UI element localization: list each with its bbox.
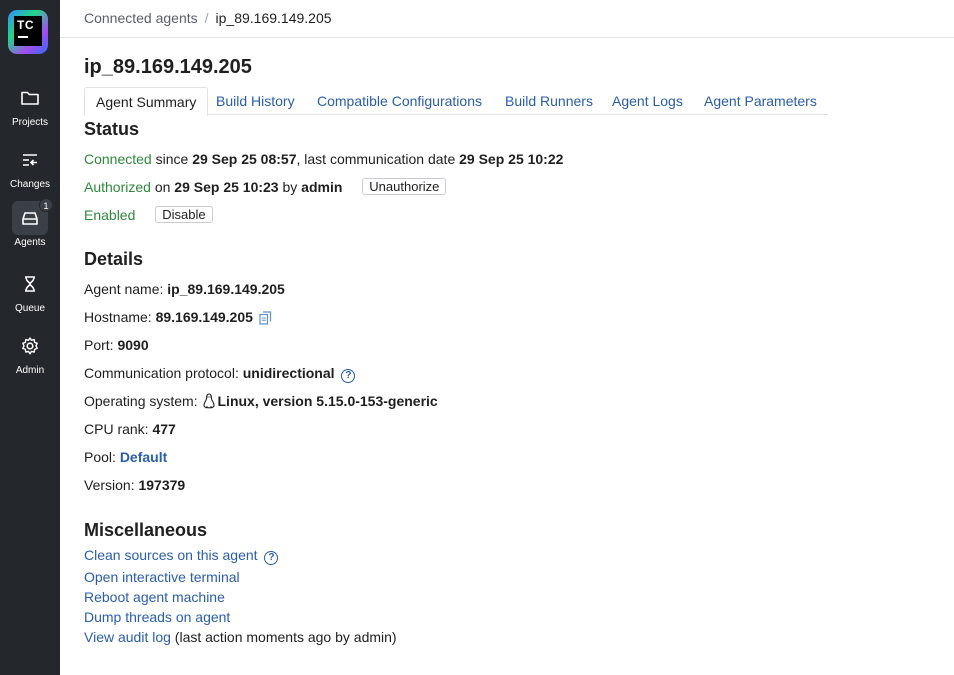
- help-icon[interactable]: ?: [341, 369, 356, 383]
- pool-row: Pool: Default: [84, 448, 167, 466]
- agents-icon: 1: [12, 198, 53, 235]
- tab-agent-logs[interactable]: Agent Logs: [601, 87, 694, 115]
- os-label: Operating system:: [84, 393, 202, 409]
- enabled-status: Enabled: [84, 207, 136, 223]
- cpu-rank-value: 477: [152, 421, 176, 437]
- help-icon[interactable]: ?: [264, 551, 279, 565]
- authorized-status: Authorized: [84, 179, 151, 195]
- breadcrumb-parent-link[interactable]: Connected agents: [84, 10, 198, 26]
- nav-agents[interactable]: 1 Agents: [0, 198, 60, 248]
- changes-icon: [12, 143, 48, 177]
- nav-label: Agents: [14, 237, 46, 248]
- authorization-row: Authorized on 29 Sep 25 10:23 by admin U…: [84, 178, 447, 196]
- audit-log-row: View audit log (last action moments ago …: [84, 628, 397, 646]
- nav-projects[interactable]: Projects: [0, 81, 60, 128]
- clean-sources-link[interactable]: Clean sources on this agent: [84, 547, 258, 563]
- tab-build-runners[interactable]: Build Runners: [494, 87, 604, 115]
- reboot-row: Reboot agent machine: [84, 588, 225, 606]
- nav-label: Projects: [11, 117, 49, 128]
- enabled-row: Enabled Disable: [84, 206, 213, 224]
- folder-icon: [12, 81, 48, 115]
- pool-label: Pool:: [84, 449, 120, 465]
- copy-icon[interactable]: [259, 311, 272, 329]
- top-bar: Connected agents / ip_89.169.149.205: [60, 0, 954, 38]
- since-label: since: [151, 151, 193, 167]
- open-terminal-row: Open interactive terminal: [84, 568, 240, 586]
- on-label: on: [150, 179, 175, 195]
- protocol-row: Communication protocol: unidirectional ?: [84, 364, 356, 383]
- logo-inner: TC: [14, 16, 42, 46]
- gear-icon: [12, 329, 48, 363]
- connected-status: Connected: [84, 151, 152, 167]
- tab-compatible-configurations[interactable]: Compatible Configurations: [306, 87, 493, 115]
- agent-name-value: ip_89.169.149.205: [167, 281, 285, 297]
- hourglass-icon: [12, 267, 48, 301]
- port-row: Port: 9090: [84, 336, 149, 354]
- dump-threads-link[interactable]: Dump threads on agent: [84, 609, 230, 625]
- auth-user: admin: [301, 179, 343, 195]
- version-row: Version: 197379: [84, 476, 185, 494]
- last-comm-date: 29 Sep 25 10:22: [459, 151, 564, 167]
- protocol-label: Communication protocol:: [84, 365, 243, 381]
- breadcrumb-current: ip_89.169.149.205: [215, 10, 332, 26]
- protocol-value: unidirectional: [242, 365, 335, 381]
- os-value: Linux, version 5.15.0-153-generic: [217, 393, 438, 409]
- hostname-row: Hostname: 89.169.149.205: [84, 308, 272, 329]
- os-row: Operating system: Linux, version 5.15.0-…: [84, 392, 438, 413]
- breadcrumb-separator: /: [204, 10, 209, 26]
- logo-text: TC: [17, 18, 34, 32]
- hostname-value: 89.169.149.205: [155, 309, 253, 325]
- tab-build-history[interactable]: Build History: [205, 87, 306, 115]
- details-heading: Details: [84, 249, 144, 269]
- nav-admin[interactable]: Admin: [0, 329, 60, 376]
- cpu-rank-label: CPU rank:: [84, 421, 153, 437]
- page-title: ip_89.169.149.205: [84, 56, 252, 78]
- agent-name-label: Agent name:: [84, 281, 168, 297]
- dump-threads-row: Dump threads on agent: [84, 608, 230, 626]
- pool-link[interactable]: Default: [120, 449, 167, 465]
- linux-icon: [202, 393, 216, 413]
- port-value: 9090: [117, 337, 149, 353]
- nav-queue[interactable]: Queue: [0, 267, 60, 314]
- nav-label: Queue: [14, 303, 46, 314]
- audit-log-note: (last action moments ago by admin): [170, 629, 397, 645]
- tab-agent-summary[interactable]: Agent Summary: [84, 87, 209, 116]
- unauthorize-button[interactable]: Unauthorize: [362, 178, 447, 195]
- auth-date: 29 Sep 25 10:23: [174, 179, 279, 195]
- reboot-agent-link[interactable]: Reboot agent machine: [84, 589, 225, 605]
- hostname-label: Hostname:: [84, 309, 156, 325]
- connection-status-row: Connected since 29 Sep 25 08:57, last co…: [84, 150, 563, 168]
- clean-sources-row: Clean sources on this agent ?: [84, 546, 279, 565]
- disable-button[interactable]: Disable: [155, 206, 213, 223]
- teamcity-logo[interactable]: TC: [8, 10, 48, 54]
- by-label: by: [278, 179, 302, 195]
- breadcrumb: Connected agents / ip_89.169.149.205: [84, 10, 332, 26]
- tab-agent-parameters[interactable]: Agent Parameters: [693, 87, 828, 115]
- port-label: Port:: [84, 337, 118, 353]
- agents-badge: 1: [39, 198, 53, 212]
- nav-changes[interactable]: Changes: [0, 143, 60, 190]
- version-label: Version:: [84, 477, 139, 493]
- since-date: 29 Sep 25 08:57: [192, 151, 297, 167]
- cpu-rank-row: CPU rank: 477: [84, 420, 176, 438]
- open-terminal-link[interactable]: Open interactive terminal: [84, 569, 240, 585]
- logo-bar: [18, 36, 28, 38]
- agent-name-row: Agent name: ip_89.169.149.205: [84, 280, 285, 298]
- nav-label: Changes: [9, 179, 51, 190]
- tab-bar: Agent Summary Build History Compatible C…: [84, 87, 828, 116]
- nav-label: Admin: [15, 365, 45, 376]
- last-comm-label: , last communication date: [296, 151, 460, 167]
- miscellaneous-heading: Miscellaneous: [84, 520, 208, 540]
- audit-log-link[interactable]: View audit log: [84, 629, 171, 645]
- sidebar: TC Projects Changes 1 Agents Queue Admin: [0, 0, 60, 675]
- status-heading: Status: [84, 119, 140, 139]
- version-value: 197379: [138, 477, 186, 493]
